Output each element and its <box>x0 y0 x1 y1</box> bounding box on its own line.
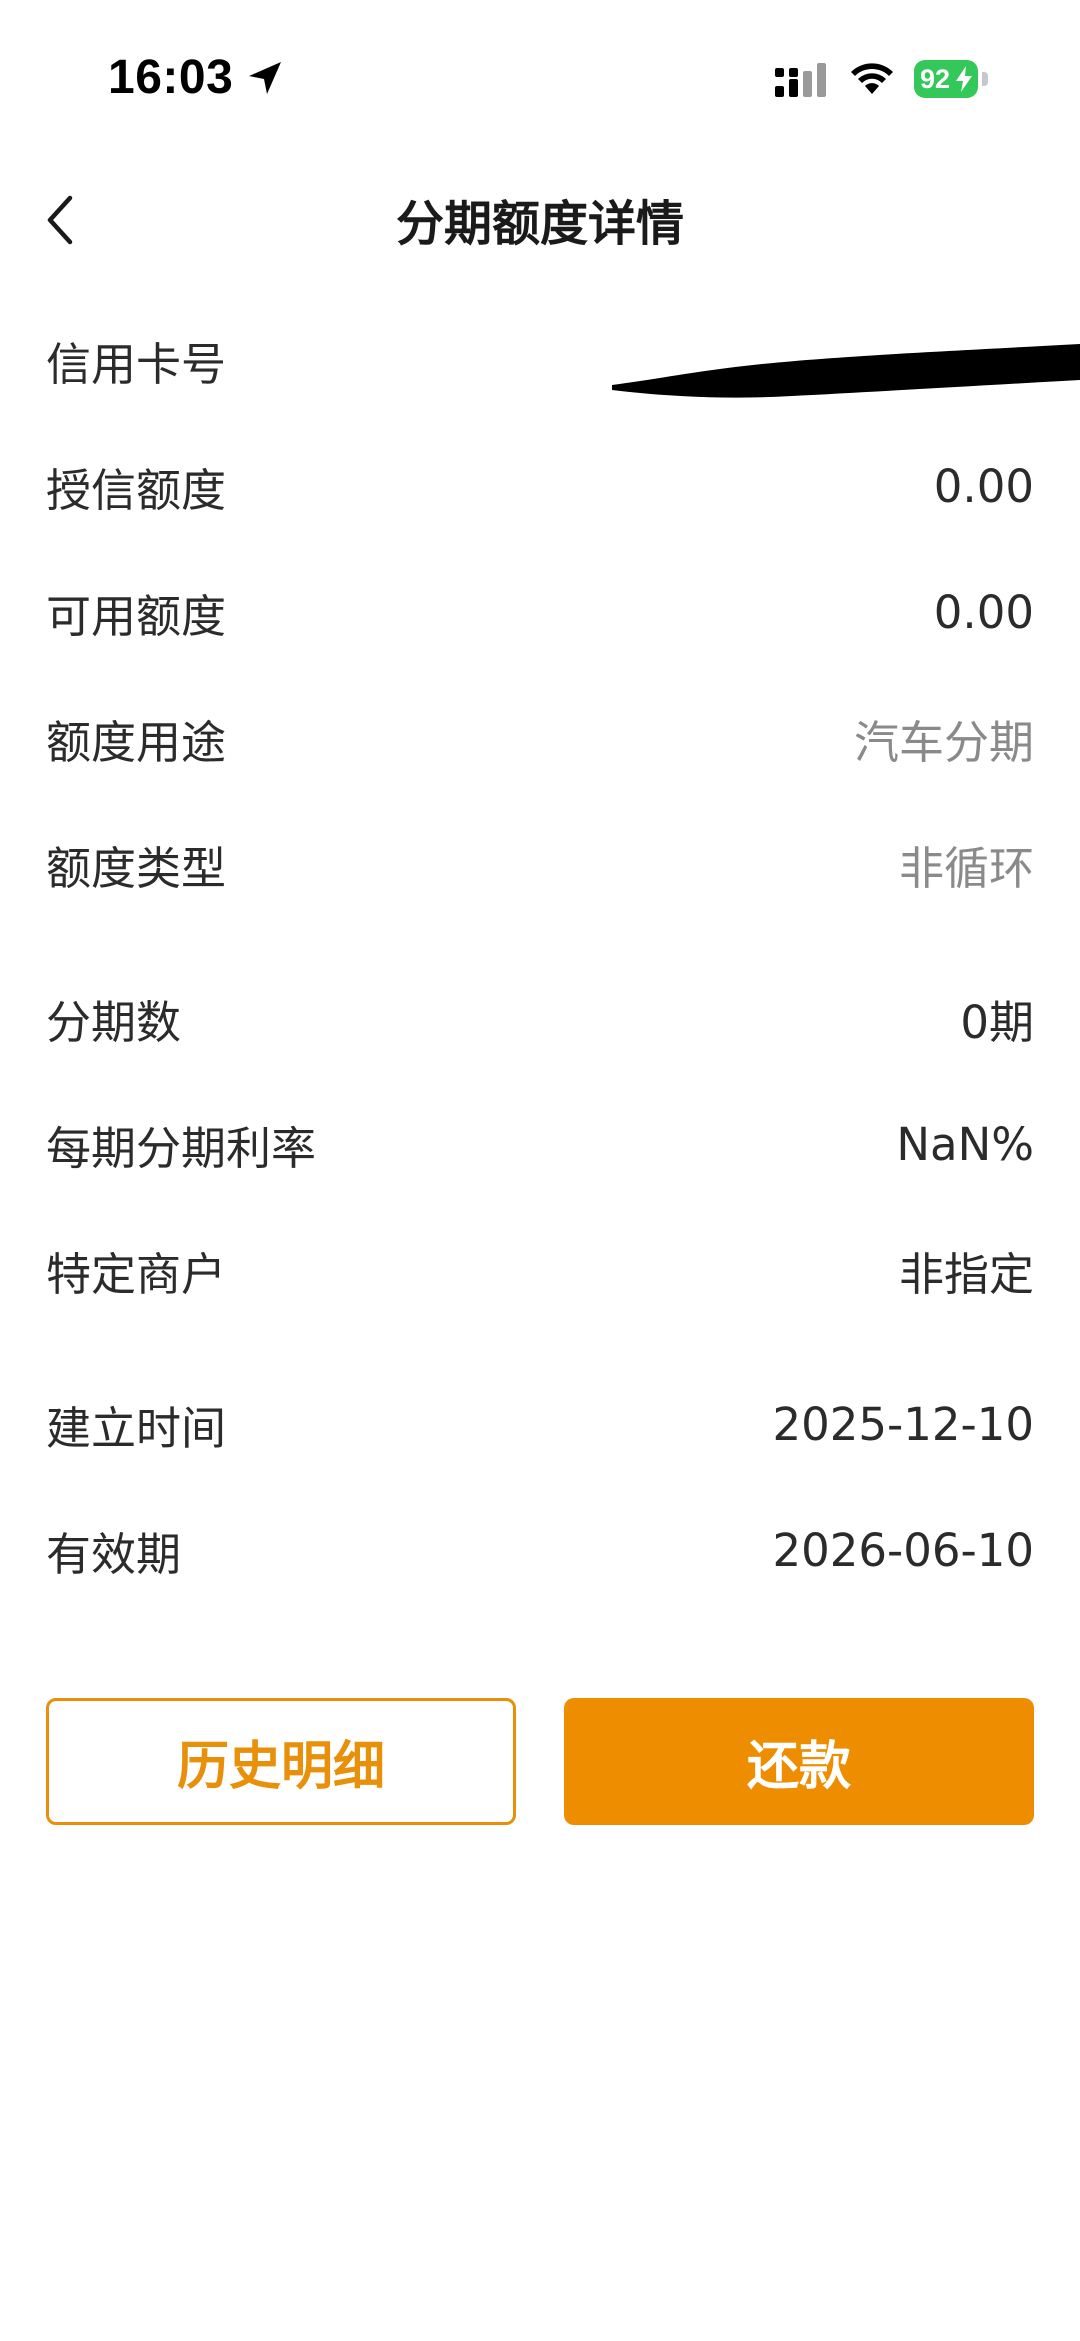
page-title: 分期额度详情 <box>395 196 684 252</box>
row-value: 非指定 <box>898 1247 1034 1301</box>
row-label: 有效期 <box>46 1527 182 1581</box>
row-credit-limit: 授信额度 0.00 <box>46 446 1034 526</box>
navigation-bar: 分期额度详情 <box>0 160 1080 290</box>
row-value: 非循环 <box>898 841 1034 895</box>
row-specific-merchant: 特定商户 非指定 <box>46 1230 1034 1310</box>
row-value: 0.00 <box>933 459 1034 513</box>
row-value: NaN% <box>896 1117 1034 1171</box>
cellular-signal-icon <box>775 63 826 97</box>
row-value: 汽车分期 <box>853 715 1034 769</box>
charging-bolt-icon <box>956 66 972 92</box>
row-value: 2026-06-10 <box>772 1523 1034 1577</box>
row-label: 信用卡号 <box>46 337 227 391</box>
row-label: 额度用途 <box>46 715 227 769</box>
row-limit-purpose: 额度用途 汽车分期 <box>46 698 1034 778</box>
row-limit-type: 额度类型 非循环 <box>46 824 1034 904</box>
row-value: 2025-12-10 <box>772 1397 1034 1451</box>
row-installment-count: 分期数 0期 <box>46 978 1034 1058</box>
battery-cap <box>982 72 988 86</box>
location-arrow-icon <box>249 62 281 94</box>
row-label: 特定商户 <box>46 1247 227 1301</box>
row-label: 分期数 <box>46 995 182 1049</box>
redaction-mark <box>612 344 1080 398</box>
wifi-icon <box>851 63 893 94</box>
history-details-button[interactable]: 历史明细 <box>46 1698 516 1825</box>
row-value: 0期 <box>960 995 1034 1049</box>
row-expiry-date: 有效期 2026-06-10 <box>46 1510 1034 1590</box>
status-time: 16:03 <box>108 51 234 104</box>
row-installment-rate: 每期分期利率 NaN% <box>46 1104 1034 1184</box>
row-label: 可用额度 <box>46 589 227 643</box>
row-label: 建立时间 <box>46 1401 227 1455</box>
row-label: 授信额度 <box>46 463 227 517</box>
repay-button[interactable]: 还款 <box>564 1698 1034 1825</box>
row-label: 每期分期利率 <box>46 1121 317 1175</box>
row-value: 0.00 <box>933 585 1034 639</box>
status-bar: 16:03 92 <box>0 0 1080 160</box>
installment-quota-detail-page: 16:03 92 分期额度详情 信用卡号 授信额度 0.00 可用额度 0.00… <box>0 0 1080 2341</box>
battery-icon: 92 <box>914 60 990 98</box>
row-available-limit: 可用额度 0.00 <box>46 572 1034 652</box>
row-created-date: 建立时间 2025-12-10 <box>46 1384 1034 1464</box>
row-label: 额度类型 <box>46 841 227 895</box>
